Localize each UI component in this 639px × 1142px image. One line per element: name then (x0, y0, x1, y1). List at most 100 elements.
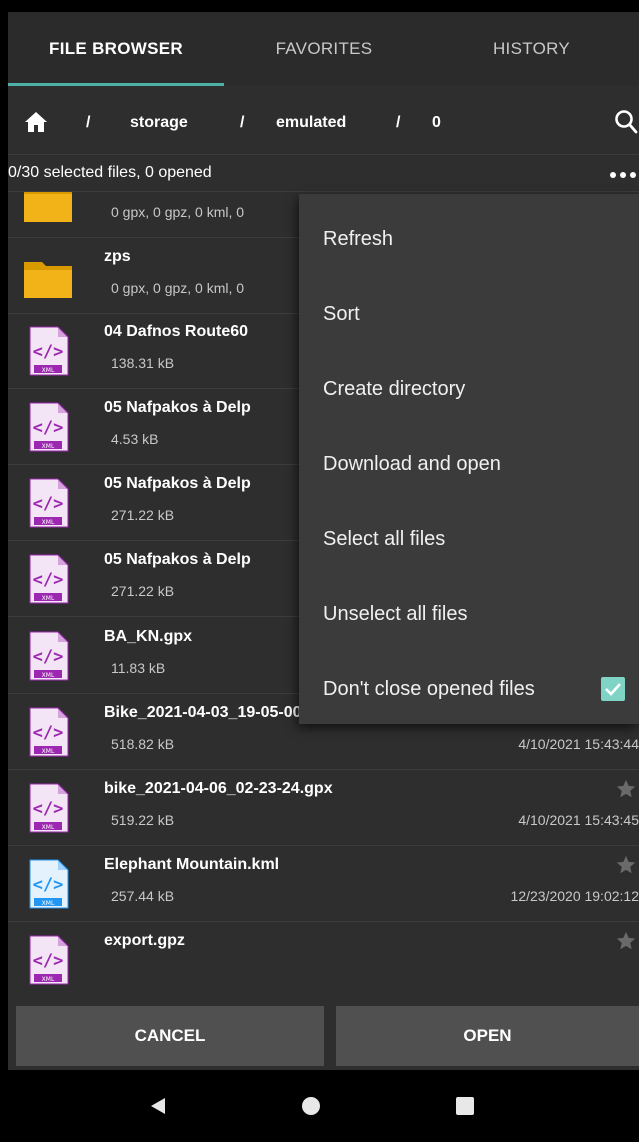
menu-item[interactable]: Create directory (299, 352, 639, 426)
recent-apps-icon[interactable] (456, 1097, 474, 1115)
tab-label: HISTORY (492, 39, 571, 58)
file-name: 04 Dafnos Route60 (104, 323, 249, 340)
svg-text:</>: </> (33, 723, 64, 743)
list-item[interactable]: </> XML bike_2021-04-06_02-23-24.gpx 519.22… (8, 768, 639, 846)
file-name: bike_2021-04-06_02-23-24.gpx (104, 780, 333, 797)
menu-item-label: Don't close opened files (323, 677, 535, 700)
favorite-star-icon[interactable] (615, 930, 637, 952)
file-size: 0 gpx, 0 gpz, 0 kml, 0 (111, 204, 245, 220)
system-nav-bar (0, 1070, 639, 1142)
cancel-button[interactable]: CANCEL (16, 1006, 324, 1066)
favorite-star-icon[interactable] (615, 778, 637, 800)
folder-icon (24, 262, 72, 298)
menu-item-label: Refresh (323, 227, 394, 250)
folder-icon (24, 192, 72, 222)
svg-text:</>: </> (33, 875, 64, 895)
tab-bar: FILE BROWSER FAVORITES HISTORY (8, 12, 639, 86)
checkbox-checked-icon[interactable] (601, 677, 625, 701)
back-icon[interactable] (150, 1097, 166, 1115)
xml-file-icon: </> XML (29, 554, 69, 604)
path-separator: / (240, 114, 245, 131)
menu-item-label: Sort (323, 302, 360, 325)
selection-status-row: 0/30 selected files, 0 opened (8, 154, 639, 192)
svg-text:XML: XML (42, 519, 55, 526)
menu-item[interactable]: Select all files (299, 502, 639, 576)
favorite-star-icon[interactable] (615, 854, 637, 876)
path-segment-0[interactable]: 0 (432, 114, 441, 132)
menu-item[interactable]: Refresh (299, 202, 639, 276)
xml-file-icon: </> XML (29, 859, 69, 909)
selection-status: 0/30 selected files, 0 opened (8, 164, 212, 181)
xml-file-icon: </> XML (29, 783, 69, 833)
menu-item[interactable]: Don't close opened files (299, 652, 639, 726)
path-separator: / (396, 114, 401, 131)
svg-text:XML: XML (42, 367, 55, 374)
menu-item-label: Create directory (323, 377, 466, 400)
menu-item[interactable]: Sort (299, 277, 639, 351)
file-picker-dialog: FILE BROWSER FAVORITES HISTORY / storage… (8, 12, 639, 1070)
file-date: 12/23/2020 19:02:12 (510, 888, 639, 904)
list-item[interactable]: </> XML export.gpz (8, 920, 639, 986)
svg-text:XML: XML (42, 672, 55, 679)
file-name: 05 Nafpakos à Delp (104, 551, 251, 568)
file-date: 4/10/2021 15:43:44 (518, 736, 639, 752)
list-item[interactable]: </> XML Elephant Mountain.kml 257.44 kB 12/2… (8, 844, 639, 922)
xml-file-icon: </> XML (29, 478, 69, 528)
xml-file-icon: </> XML (29, 935, 69, 985)
svg-text:XML: XML (42, 976, 55, 983)
overflow-menu: Refresh Sort Create directory Download and … (299, 194, 639, 724)
home-icon[interactable] (24, 111, 48, 133)
file-name: BA_KN.gpx (104, 628, 193, 645)
tab-label: FILE BROWSER (49, 39, 183, 58)
tab-label: FAVORITES (275, 39, 373, 58)
action-bar: CANCEL OPEN (8, 1006, 639, 1070)
xml-file-icon: </> XML (29, 402, 69, 452)
more-options-icon[interactable] (609, 172, 639, 178)
path-segment-storage[interactable]: storage (130, 114, 188, 132)
svg-text:XML: XML (42, 900, 55, 907)
breadcrumb: / storage / emulated / 0 (8, 94, 639, 152)
svg-text:XML: XML (42, 443, 55, 450)
svg-text:</>: </> (33, 570, 64, 590)
file-size: 518.82 kB (111, 736, 175, 752)
xml-file-icon: </> XML (29, 707, 69, 757)
xml-file-icon: </> XML (29, 631, 69, 681)
menu-item[interactable]: Unselect all files (299, 577, 639, 651)
path-separator: / (86, 114, 91, 131)
file-name: 05 Nafpakos à Delp (104, 475, 251, 492)
xml-file-icon: </> XML (29, 326, 69, 376)
svg-text:XML: XML (42, 595, 55, 602)
menu-item-label: Download and open (323, 452, 501, 475)
file-name: 05 Nafpakos à Delp (104, 399, 251, 416)
tab-favorites[interactable]: FAVORITES (224, 12, 424, 86)
file-name: zps (104, 248, 131, 265)
svg-text:</>: </> (33, 951, 64, 971)
svg-text:</>: </> (33, 494, 64, 514)
svg-text:</>: </> (33, 647, 64, 667)
file-name: Elephant Mountain.kml (104, 856, 280, 873)
path-segment-emulated[interactable]: emulated (276, 114, 346, 132)
open-button[interactable]: OPEN (336, 1006, 639, 1066)
tab-file-browser[interactable]: FILE BROWSER (8, 12, 224, 86)
file-size: 4.53 kB (111, 431, 159, 447)
tab-indicator (8, 83, 224, 86)
svg-text:XML: XML (42, 824, 55, 831)
menu-item[interactable]: Download and open (299, 427, 639, 501)
search-icon[interactable] (614, 109, 638, 135)
file-size: 257.44 kB (111, 888, 175, 904)
svg-text:</>: </> (33, 342, 64, 362)
svg-text:</>: </> (33, 418, 64, 438)
file-size: 519.22 kB (111, 812, 175, 828)
svg-text:</>: </> (33, 799, 64, 819)
file-size: 271.22 kB (111, 583, 175, 599)
file-date: 4/10/2021 15:43:45 (518, 812, 639, 828)
home-nav-icon[interactable] (302, 1097, 320, 1115)
file-size: 271.22 kB (111, 507, 175, 523)
file-name: export.gpz (104, 932, 185, 949)
file-size: 0 gpx, 0 gpz, 0 kml, 0 (111, 280, 245, 296)
menu-item-label: Select all files (323, 527, 446, 550)
file-size: 138.31 kB (111, 355, 175, 371)
svg-text:XML: XML (42, 748, 55, 755)
file-size: 11.83 kB (111, 660, 166, 676)
tab-history[interactable]: HISTORY (424, 12, 639, 86)
